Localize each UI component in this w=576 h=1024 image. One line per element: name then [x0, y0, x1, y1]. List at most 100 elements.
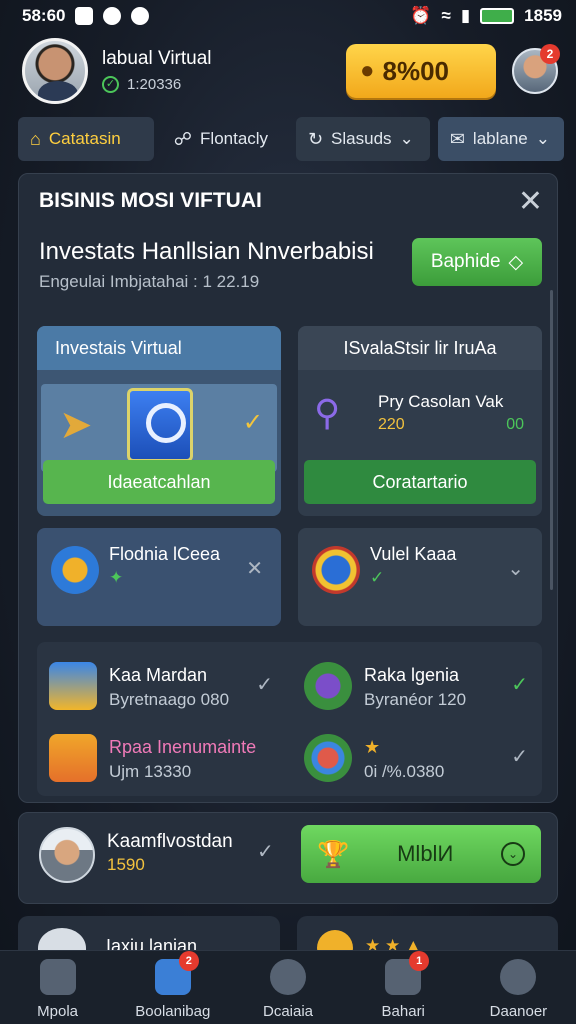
tab-label: lablane: [472, 129, 528, 148]
home-icon: ⌂: [30, 128, 41, 149]
nav-label: Boolanibag: [135, 1003, 211, 1020]
refresh-icon: ↻: [307, 128, 324, 149]
nav-home[interactable]: Mpola: [0, 951, 115, 1024]
user-name: labual Virtual: [102, 48, 212, 69]
mini-card[interactable]: Flodnia lCeea ✦ ✕: [37, 528, 281, 626]
settings-icon: [500, 959, 537, 995]
vault-icon: [127, 388, 193, 462]
action-button[interactable]: Baphide ◇: [412, 238, 542, 286]
status-clock: 1859: [524, 6, 562, 25]
check-icon: ✓: [511, 674, 528, 696]
list-item-sub: Byretnaago 080: [109, 690, 230, 709]
verified-icon: ✓: [102, 76, 119, 93]
investment-card[interactable]: Investais Virtual ➤ ✓ Idaeatcahlan: [37, 326, 281, 516]
mail-icon: ✉: [449, 128, 465, 149]
nav-label: Mpola: [37, 1003, 79, 1020]
list-item-name: Rpaa Inenumainte: [109, 737, 257, 757]
status-bar: 58:60 ⏰ ≈ ▮ 1859: [0, 0, 576, 32]
list-item[interactable]: ★ 0i /%.0380 ✓: [292, 720, 542, 790]
record-icon: [131, 7, 150, 25]
coin-balance: 8%00: [382, 55, 450, 86]
app-header: labual Virtual ✓ 1:20336 ● 8%00 2: [22, 38, 562, 104]
nav-label: Bahari: [381, 1003, 425, 1020]
cube-icon: [304, 662, 352, 710]
close-icon[interactable]: ✕: [246, 556, 263, 581]
coin-icon: ●: [360, 57, 375, 84]
calculator-icon: [49, 734, 97, 782]
status-time: 58:60: [22, 6, 66, 25]
scrollbar[interactable]: [550, 290, 553, 590]
nav-label: Daanoer: [489, 1003, 548, 1020]
mini-card-name: Flodnia lCeea: [109, 544, 221, 564]
signal-icon: ▮: [460, 6, 471, 25]
bottom-navigation: Mpola 2 Boolanibag Dcaiaia 1 Bahari Daan…: [0, 950, 576, 1024]
nav-settings[interactable]: Daanoer: [461, 951, 576, 1024]
tools-icon: 2: [154, 951, 199, 995]
mask-icon: [270, 959, 306, 995]
claim-button-label: MlblИ: [397, 841, 454, 866]
nav-tools[interactable]: 2 Boolanibag: [115, 951, 230, 1024]
tab-slasuds[interactable]: ↻ Slasuds ⌄: [295, 117, 430, 161]
check-icon: ✓: [257, 841, 274, 863]
claim-button[interactable]: 🏆 MlblИ ⌄: [301, 825, 541, 883]
list-item[interactable]: Rpaa Inenumainte Ujm 13330: [37, 720, 287, 790]
card-body: ⚲ Pry Casolan Vak 220 00: [298, 370, 542, 470]
card-body: ➤ ✓: [41, 384, 277, 472]
card-header: ISvalaStsir lir IruAa: [298, 326, 542, 370]
battery-icon: [480, 8, 515, 24]
tab-flontacly[interactable]: ☍ Flontacly: [162, 117, 288, 161]
rocket-icon: ➤: [59, 403, 93, 447]
list-item-sub: 0i /%.0380: [364, 762, 445, 781]
cash-icon: [49, 662, 97, 710]
user-id-text: 1:20336: [127, 76, 182, 93]
list-item[interactable]: Kaa Mardan Byretnaago 080 ✓: [37, 648, 287, 718]
tab-catatasin[interactable]: ⌂ Catatasin: [18, 117, 154, 161]
trophy-icon: 🏆: [317, 838, 350, 869]
section-title: Investats Hanllsian Nnverbabisi: [39, 238, 374, 265]
action-button-label: Baphide: [430, 251, 501, 272]
badge-icon: [312, 546, 360, 594]
list-item[interactable]: Raka lgenia Byranéor 120 ✓: [292, 648, 542, 718]
user-id: ✓ 1:20336: [102, 76, 181, 93]
key-icon: ⚲: [314, 392, 341, 433]
blocks-icon: [304, 734, 352, 782]
chevron-down-icon: ⌄: [535, 129, 550, 148]
tab-label: Catatasin: [48, 129, 121, 148]
business-panel: BISINIS MOSI VIFTUAI ✕ Investats Hanllsi…: [18, 173, 558, 803]
close-icon[interactable]: ✕: [518, 184, 543, 219]
summary-number: 1590: [107, 855, 145, 874]
summary-name: Kaamflvostdan: [107, 831, 233, 852]
section-subtitle: Engeulai Imbjatahai : 1 22.19: [39, 272, 260, 291]
nav-label: Dcaiaia: [262, 1003, 314, 1020]
chevron-circle-icon: ⌄: [501, 842, 525, 866]
check-icon: ✓: [256, 674, 273, 696]
wifi-icon: ≈: [441, 6, 451, 25]
nav-badge: 1: [409, 951, 430, 971]
virtual-card[interactable]: ISvalaStsir lir IruAa ⚲ Pry Casolan Vak …: [298, 326, 542, 516]
list-item-sub: Ujm 13330: [109, 762, 192, 781]
chef-avatar[interactable]: [39, 827, 95, 883]
tab-label: Flontacly: [200, 129, 269, 148]
check-icon: ✓: [511, 746, 528, 768]
nav-center[interactable]: Dcaiaia: [230, 951, 345, 1024]
mini-card-name: Vulel Kaaa: [370, 544, 457, 564]
secondary-avatar[interactable]: 2: [512, 44, 560, 94]
check-icon: ✓: [242, 409, 263, 436]
home-icon: [39, 959, 76, 995]
tab-lablane[interactable]: ✉ lablane ⌄: [437, 117, 564, 161]
notification-icon: [75, 7, 94, 25]
profile-avatar[interactable]: [22, 38, 88, 104]
star-icon: ★: [364, 737, 381, 757]
layers-icon: 1: [385, 951, 430, 995]
mini-card[interactable]: Vulel Kaaa ✓ ⌄: [298, 528, 542, 626]
card-a-button[interactable]: Idaeatcahlan: [43, 460, 275, 504]
list-item-name: Raka lgenia: [364, 665, 460, 685]
dollar-coin-icon: [51, 546, 99, 594]
avatar-badge: 2: [540, 44, 560, 64]
nav-stack[interactable]: 1 Bahari: [346, 951, 461, 1024]
check-icon: ✓: [370, 568, 385, 587]
coin-balance-button[interactable]: ● 8%00: [346, 44, 496, 98]
chevron-down-icon[interactable]: ⌄: [507, 556, 524, 581]
card-b-button[interactable]: Coratartario: [304, 460, 536, 504]
item-name: Pry Casolan Vak: [378, 392, 504, 411]
